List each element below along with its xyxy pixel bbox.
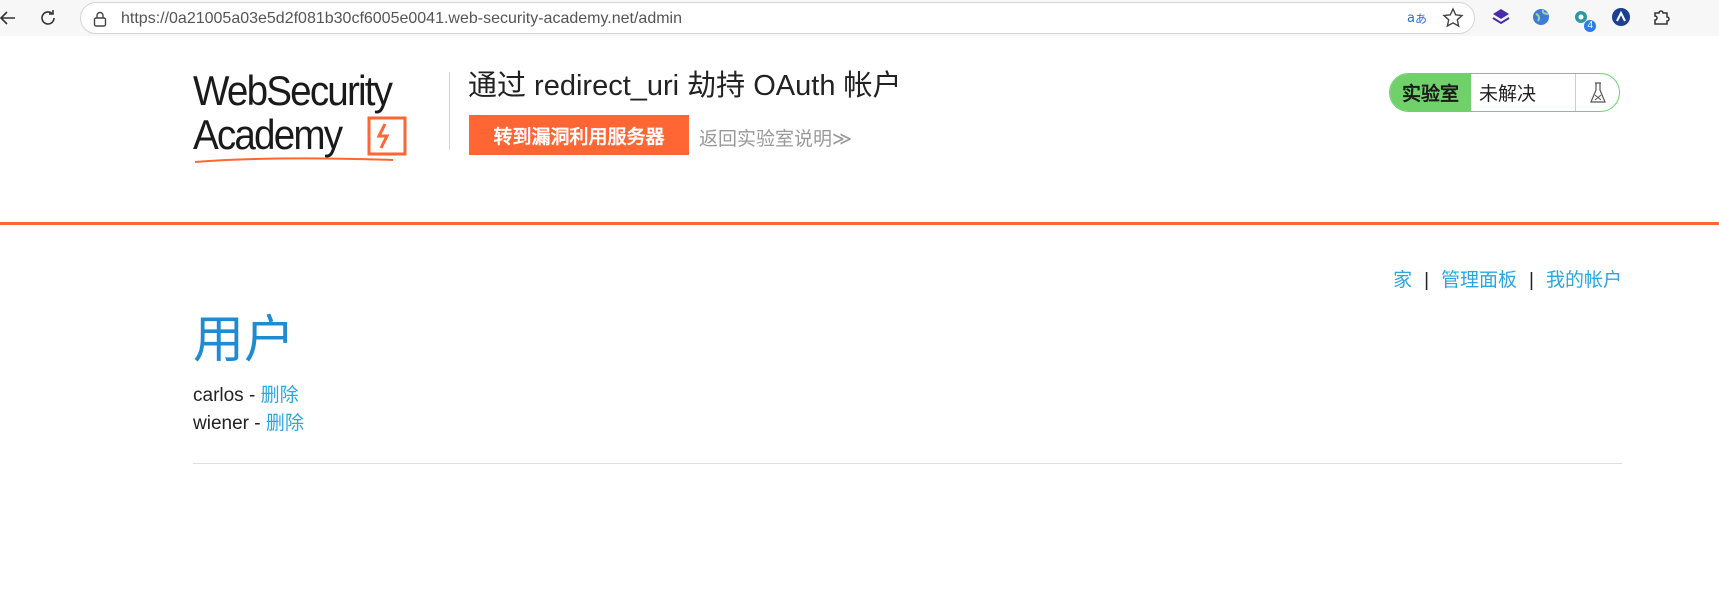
nav-separator: | [1424,270,1430,291]
user-name: wiener [193,413,249,434]
double-chevron-icon: ≫ [832,129,852,150]
lab-status-label: 实验室 [1390,74,1471,111]
extension-badge: 4 [1584,20,1596,32]
address-bar[interactable]: https://0a21005a03e5d2f081b30cf6005e0041… [80,2,1475,34]
bookmark-star-icon[interactable] [1442,7,1464,34]
browser-toolbar: https://0a21005a03e5d2f081b30cf6005e0041… [0,0,1719,36]
delete-user-wiener-link[interactable]: 删除 [266,413,304,434]
logo-divider [449,72,450,150]
flask-icon [1575,74,1619,111]
user-dash: - [243,385,261,406]
lab-status-value: 未解决 [1479,84,1537,105]
lab-status-widget: 实验室 未解决 [1389,73,1620,112]
extensions-puzzle-icon[interactable] [1650,6,1672,28]
user-dash: - [248,413,266,434]
delete-user-carlos-link[interactable]: 删除 [261,385,299,406]
nav-separator: | [1529,270,1534,291]
nav-my-account-link[interactable]: 我的帐户 [1546,270,1622,291]
back-to-lab-description-link[interactable]: 返回实验室说明≫ [699,124,852,151]
page-title: 用户 [193,311,296,368]
content-divider [193,463,1622,464]
extension-globe-icon[interactable] [1530,6,1552,28]
logo-line1: WebSecurity [193,67,393,114]
extension-layers-icon[interactable] [1490,6,1512,28]
logo-underline-swoosh [194,157,394,163]
extension-profile-icon[interactable] [1610,6,1632,28]
back-arrow-icon[interactable] [0,4,22,32]
lock-icon[interactable] [93,11,107,32]
nav-admin-panel-link[interactable]: 管理面板 [1441,270,1517,291]
logo-lightning-icon [367,116,407,156]
header-divider [0,222,1719,225]
logo-line2: Academy [193,111,343,158]
nav-home-link[interactable]: 家 [1393,270,1412,291]
back-link-text[interactable]: 返回实验室说明 [699,129,832,150]
url-text[interactable]: https://0a21005a03e5d2f081b30cf6005e0041… [121,10,682,28]
extension-gear-badge-icon[interactable]: 4 [1570,6,1596,32]
user-list: carlos - 删除 wiener - 删除 [193,382,304,438]
reload-icon[interactable] [34,4,62,32]
user-name: carlos [193,385,244,406]
exploit-server-button[interactable]: 转到漏洞利用服务器 [469,115,689,155]
user-row: wiener - 删除 [193,410,304,438]
top-navigation: 家 | 管理面板 | 我的帐户 [1393,265,1622,292]
lab-title: 通过 redirect_uri 劫持 OAuth 帐户 [468,70,902,102]
web-security-academy-logo[interactable]: WebSecurity Academy [193,68,441,164]
svg-text:a: a [1407,11,1415,26]
user-row: carlos - 删除 [193,382,304,410]
svg-text:あ: あ [1415,12,1427,26]
translate-icon[interactable]: aあ [1406,8,1428,33]
